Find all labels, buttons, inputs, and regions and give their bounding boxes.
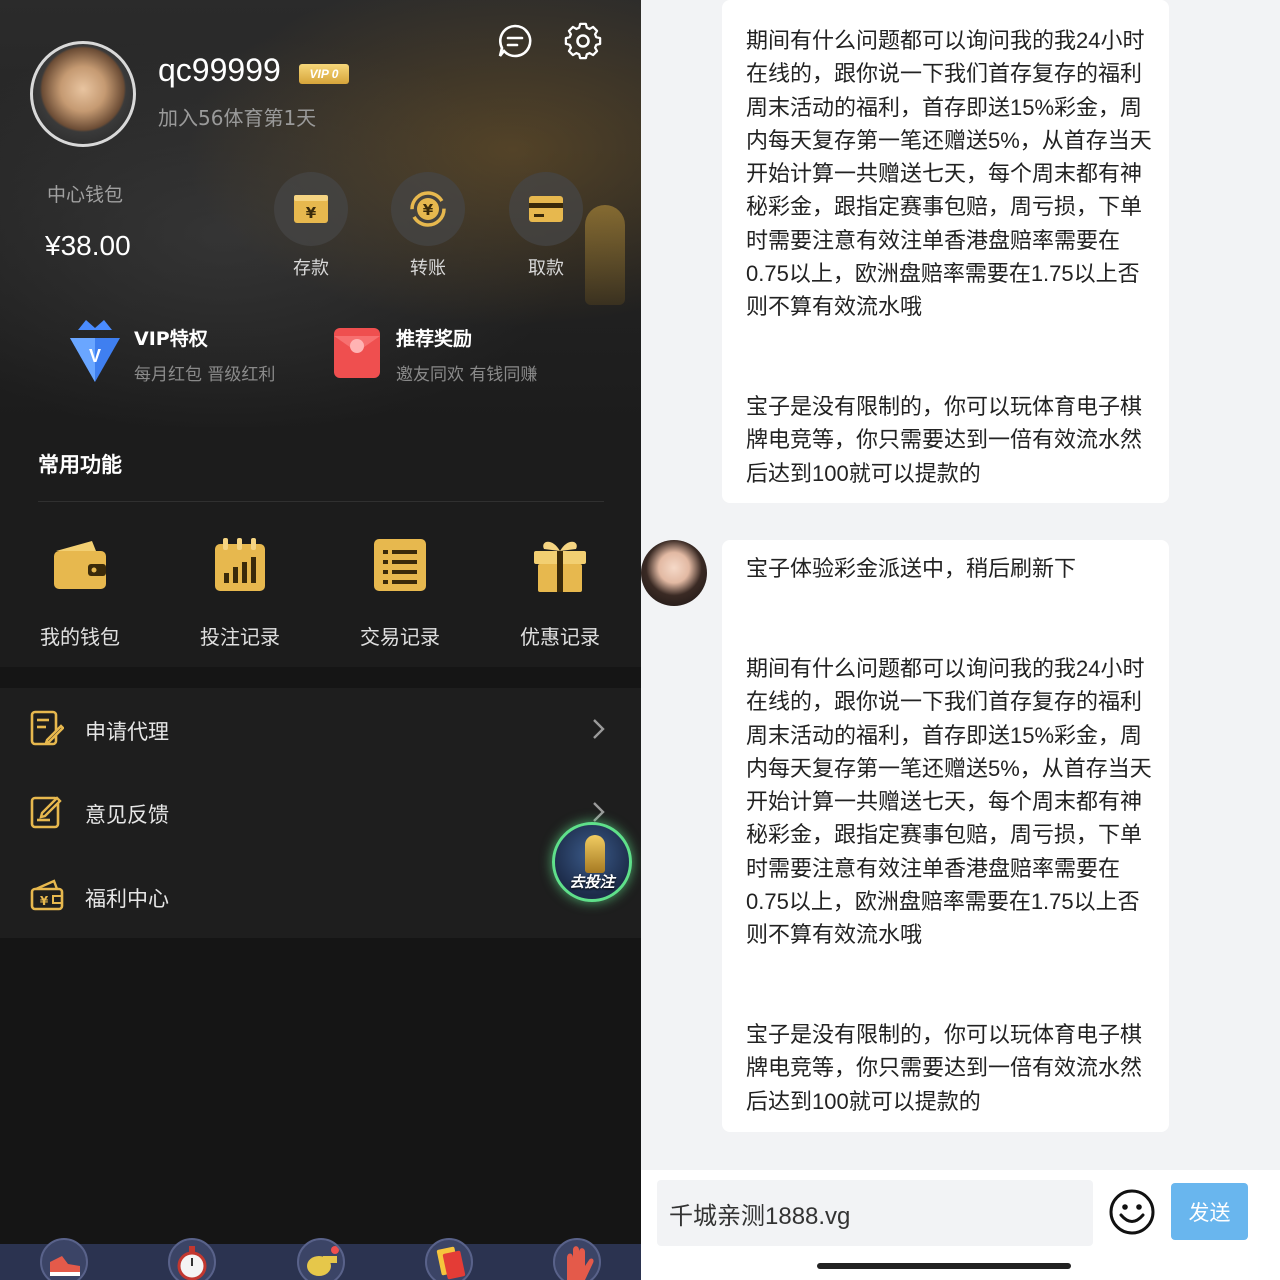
my-wallet-label: 我的钱包 xyxy=(40,625,120,649)
menu-item-welfare-center[interactable]: ¥ 福利中心 xyxy=(0,855,641,939)
chevron-right-icon xyxy=(593,802,605,822)
withdraw-icon xyxy=(529,196,563,222)
promo-record-button[interactable]: 优惠记录 xyxy=(500,535,620,650)
section-title: 常用功能 xyxy=(38,453,122,477)
menu-item-apply-agent[interactable]: 申请代理 xyxy=(0,688,641,772)
shoe-icon[interactable] xyxy=(40,1238,88,1280)
menu-item-label: 福利中心 xyxy=(85,887,169,911)
message-text: 宝子体验彩金派送中，稍后刷新下 xyxy=(746,556,1077,581)
deposit-icon: ¥ xyxy=(294,195,328,223)
transfer-button[interactable]: ¥ 转账 xyxy=(388,172,468,280)
transaction-record-icon xyxy=(374,539,426,591)
promo-record-label: 优惠记录 xyxy=(520,625,600,649)
transaction-record-button[interactable]: 交易记录 xyxy=(340,535,460,650)
svg-text:¥: ¥ xyxy=(306,204,317,222)
menu-list: 申请代理 意见反馈 ¥ 福利中心 xyxy=(0,688,641,938)
transfer-icon: ¥ xyxy=(410,191,446,227)
message-input[interactable] xyxy=(657,1180,1093,1246)
whistle-icon[interactable] xyxy=(297,1238,345,1280)
join-days-text: 加入56体育第1天 xyxy=(158,106,317,130)
gift-icon xyxy=(534,541,586,592)
chat-input-bar: 发送 xyxy=(641,1170,1280,1280)
svg-text:¥: ¥ xyxy=(40,894,49,908)
bet-record-label: 投注记录 xyxy=(200,625,280,649)
vip-privilege-card[interactable]: V VIP特权 每月红包 晋级红利 xyxy=(66,316,306,396)
chat-page: 期间有什么问题都可以询问我的我24小时在线的，跟你说一下我们首存复存的福利周末活… xyxy=(641,0,1280,1280)
my-wallet-button[interactable]: 我的钱包 xyxy=(20,535,140,650)
gear-icon[interactable] xyxy=(564,22,602,60)
referral-reward-card[interactable]: 推荐奖励 邀友同欢 有钱同赚 xyxy=(332,316,572,396)
vip-privilege-subtitle: 每月红包 晋级红利 xyxy=(134,365,276,385)
username: qc99999 xyxy=(158,52,281,88)
divider xyxy=(38,501,604,502)
go-bet-float-button[interactable]: 去投注 xyxy=(552,822,632,902)
agent-avatar[interactable] xyxy=(641,540,707,606)
transfer-label: 转账 xyxy=(410,258,446,279)
referral-reward-title: 推荐奖励 xyxy=(396,328,473,350)
svg-text:V: V xyxy=(89,346,101,366)
welfare-icon: ¥ xyxy=(30,879,64,911)
wallet-balance: ¥38.00 xyxy=(45,230,131,261)
bet-record-icon xyxy=(215,538,265,591)
trophy-icon xyxy=(585,835,605,873)
red-card-icon[interactable] xyxy=(425,1238,473,1280)
stopwatch-icon[interactable] xyxy=(168,1238,216,1280)
red-envelope-icon xyxy=(334,328,380,378)
deposit-button[interactable]: ¥ 存款 xyxy=(271,172,351,280)
chat-icon[interactable] xyxy=(497,23,533,59)
svg-text:¥: ¥ xyxy=(423,201,434,219)
menu-item-feedback[interactable]: 意见反馈 xyxy=(0,771,641,855)
common-functions-section: 常用功能 我的钱包 投注记录 交易记录 优惠记录 xyxy=(0,427,641,667)
message-text: 宝子是没有限制的，你可以玩体育电子棋牌电竞等，你只需要达到一倍有效流水然后达到1… xyxy=(746,1022,1143,1114)
vip-level-badge: VIP 0 xyxy=(299,64,349,84)
message-text: 期间有什么问题都可以询问我的我24小时在线的，跟你说一下我们首存复存的福利周末活… xyxy=(746,656,1152,948)
trophy-background-image xyxy=(585,205,625,305)
vip-diamond-icon: V xyxy=(70,320,120,382)
referral-reward-subtitle: 邀友同欢 有钱同赚 xyxy=(396,365,538,385)
apply-agent-icon xyxy=(30,710,64,746)
menu-item-label: 申请代理 xyxy=(85,720,169,744)
feedback-icon xyxy=(30,796,62,829)
menu-item-label: 意见反馈 xyxy=(85,803,169,827)
vip-privilege-title: VIP特权 xyxy=(134,328,208,350)
emoji-icon[interactable] xyxy=(1108,1188,1156,1236)
withdraw-button[interactable]: 取款 xyxy=(506,172,586,280)
profile-page: qc99999 VIP 0 加入56体育第1天 中心钱包 ¥38.00 ¥ 存款 xyxy=(0,0,641,1280)
home-indicator xyxy=(817,1263,1071,1269)
wallet-icon xyxy=(54,541,106,589)
message-bubble: 宝子体验彩金派送中，稍后刷新下 期间有什么问题都可以询问我的我24小时在线的，跟… xyxy=(722,540,1169,1132)
bet-record-button[interactable]: 投注记录 xyxy=(180,535,300,650)
message-text: 宝子是没有限制的，你可以玩体育电子棋牌电竞等，你只需要达到一倍有效流水然后达到1… xyxy=(746,394,1143,486)
send-button[interactable]: 发送 xyxy=(1171,1183,1248,1240)
go-bet-label: 去投注 xyxy=(569,873,615,891)
wallet-label: 中心钱包 xyxy=(47,184,124,206)
message-text: 期间有什么问题都可以询问我的我24小时在线的，跟你说一下我们首存复存的福利周末活… xyxy=(746,28,1152,320)
message-bubble: 期间有什么问题都可以询问我的我24小时在线的，跟你说一下我们首存复存的福利周末活… xyxy=(722,0,1169,503)
avatar[interactable] xyxy=(30,41,136,147)
deposit-label: 存款 xyxy=(293,258,329,279)
profile-header: qc99999 VIP 0 加入56体育第1天 中心钱包 ¥38.00 ¥ 存款 xyxy=(0,0,641,427)
transaction-record-label: 交易记录 xyxy=(360,625,440,649)
withdraw-label: 取款 xyxy=(528,258,564,279)
chevron-right-icon xyxy=(593,719,605,739)
goalkeeper-glove-icon[interactable] xyxy=(553,1238,601,1280)
